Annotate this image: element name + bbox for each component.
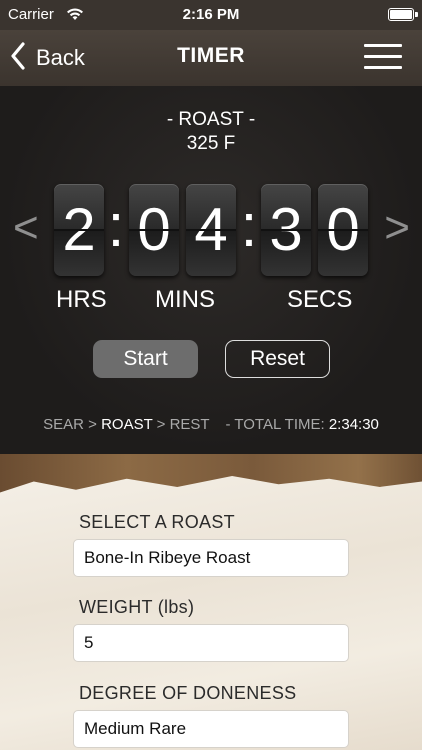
- total-time-label: - TOTAL TIME:: [225, 416, 325, 433]
- hours-digit: 2: [54, 184, 104, 276]
- temperature-label: 325 F: [186, 133, 236, 154]
- minutes-ones-digit: 4: [186, 184, 236, 276]
- total-time-value: 2:34:30: [328, 416, 379, 433]
- battery-icon: [388, 8, 418, 21]
- weight-label: WEIGHT (lbs): [79, 597, 195, 617]
- phase-progress: SEAR > ROAST > REST - TOTAL TIME: 2:34:3…: [0, 416, 422, 433]
- hours-unit-label: HRS: [56, 286, 107, 313]
- doneness-select-field[interactable]: Medium Rare: [73, 710, 349, 748]
- phase-label: - ROAST -: [166, 109, 256, 130]
- next-phase-arrow[interactable]: >: [384, 206, 410, 250]
- phase-info: - ROAST - 325 F: [0, 108, 422, 156]
- roast-select-field[interactable]: Bone-In Ribeye Roast: [73, 539, 349, 577]
- status-time: 2:16 PM: [182, 6, 240, 23]
- seconds-tens-digit: 3: [261, 184, 311, 276]
- minutes-unit-label: MINS: [155, 286, 215, 313]
- status-bar: Carrier 2:16 PM: [0, 0, 422, 30]
- step-sear: SEAR: [43, 416, 84, 433]
- previous-phase-arrow[interactable]: <: [13, 206, 39, 250]
- page-title: TIMER: [177, 44, 245, 67]
- roast-select-label: SELECT A ROAST: [79, 512, 235, 532]
- minutes-tens-digit: 0: [129, 184, 179, 276]
- weight-input[interactable]: 5: [73, 624, 349, 662]
- step-separator: >: [156, 416, 166, 433]
- seconds-ones-digit: 0: [318, 184, 368, 276]
- colon-separator: :: [240, 192, 258, 259]
- timer-panel: - ROAST - 325 F < 2 : 0 4 : 3 0 > HRS MI…: [0, 86, 422, 454]
- doneness-label: DEGREE OF DONENESS: [79, 683, 297, 703]
- colon-separator: :: [107, 192, 125, 259]
- hamburger-menu-icon[interactable]: [364, 44, 402, 72]
- nav-bar: Back TIMER: [0, 30, 422, 86]
- start-button[interactable]: Start: [93, 340, 198, 378]
- seconds-unit-label: SECS: [287, 286, 353, 313]
- step-rest: REST: [169, 416, 210, 433]
- app-root: Carrier 2:16 PM Back TIMER - ROAST - 325…: [0, 0, 422, 750]
- step-roast: ROAST: [101, 416, 153, 433]
- reset-button[interactable]: Reset: [225, 340, 330, 378]
- step-separator: >: [88, 416, 97, 433]
